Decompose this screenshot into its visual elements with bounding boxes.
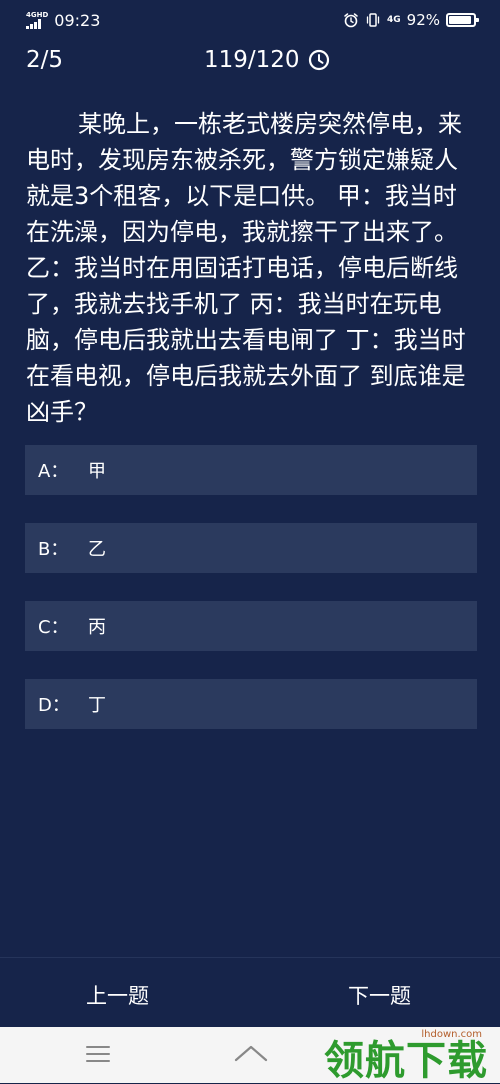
previous-question-button[interactable]: 上一题 xyxy=(86,980,149,1010)
clock-time: 09:23 xyxy=(54,10,101,30)
status-bar: 4GHD 09:23 4G 92% xyxy=(0,0,500,40)
option-letter: B： xyxy=(38,539,69,560)
battery-percent: 92% xyxy=(406,11,440,29)
battery-icon xyxy=(446,13,479,27)
watermark-logo: lhdown.com 领航下载 xyxy=(324,1030,488,1084)
option-c[interactable]: C： 丙 xyxy=(25,601,477,651)
question-nav: 上一题 下一题 xyxy=(0,957,500,1027)
signal-icon xyxy=(26,18,41,29)
question-progress: 2/5 xyxy=(26,47,64,73)
option-letter: D： xyxy=(38,695,70,716)
answer-options: A： 甲 B： 乙 C： 丙 D： 丁 xyxy=(25,445,477,757)
quiz-header: 2/5 119/120 xyxy=(0,40,500,80)
option-text: 乙 xyxy=(88,539,106,560)
alarm-icon xyxy=(343,12,359,28)
watermark-text: 领航下载 xyxy=(324,1038,488,1084)
option-text: 丙 xyxy=(88,617,106,638)
status-right: 4G 92% xyxy=(343,11,479,29)
question-text: 某晚上，一栋老式楼房突然停电，来电时，发现房东被杀死，警方锁定嫌疑人就是3个租客… xyxy=(26,110,466,426)
option-letter: C： xyxy=(38,617,69,638)
next-question-button[interactable]: 下一题 xyxy=(348,980,411,1010)
clock-icon xyxy=(308,49,330,71)
option-a[interactable]: A： 甲 xyxy=(25,445,477,495)
timer-value: 119/120 xyxy=(204,47,300,73)
network-label: 4GHD xyxy=(26,10,49,19)
option-text: 甲 xyxy=(88,461,106,482)
option-letter: A： xyxy=(38,461,69,482)
status-left: 4GHD 09:23 xyxy=(26,11,100,30)
option-text: 丁 xyxy=(88,695,106,716)
vibrate-icon xyxy=(365,12,381,28)
net-type-label: 4G xyxy=(387,15,401,25)
signal-indicator: 4GHD xyxy=(26,10,49,29)
menu-icon[interactable] xyxy=(86,1045,110,1067)
option-b[interactable]: B： 乙 xyxy=(25,523,477,573)
timer: 119/120 xyxy=(204,47,330,73)
battery-fill xyxy=(449,16,472,24)
option-d[interactable]: D： 丁 xyxy=(25,679,477,729)
home-icon[interactable] xyxy=(234,1043,268,1067)
system-navigation-bar: lhdown.com 领航下载 xyxy=(0,1027,500,1083)
